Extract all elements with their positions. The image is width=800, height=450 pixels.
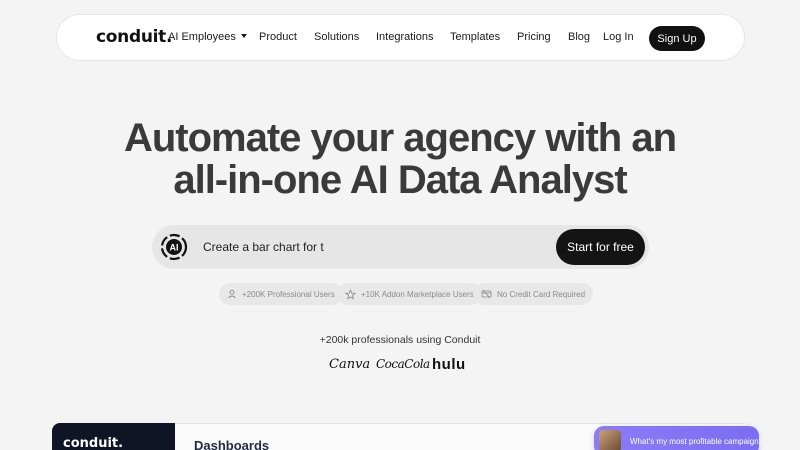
preview-logo: conduit.: [63, 436, 124, 450]
prompt-input[interactable]: Create a bar chart for t: [203, 240, 324, 254]
hero-title: Automate your agency with an all-in-one …: [0, 117, 800, 201]
preview-heading: Dashboards: [194, 438, 270, 450]
nav-solutions[interactable]: Solutions: [314, 31, 359, 43]
nav-integrations[interactable]: Integrations: [376, 31, 433, 43]
badge-users-label: +200K Professional Users: [242, 289, 335, 299]
login-link[interactable]: Log In: [603, 31, 634, 43]
start-free-button[interactable]: Start for free: [556, 229, 645, 265]
nav-ai-employees-label: AI Employees: [168, 31, 236, 43]
avatar: [599, 430, 621, 450]
svg-text:AI: AI: [170, 243, 179, 253]
nav-ai-employees[interactable]: AI Employees: [168, 31, 247, 43]
canva-logo: Canva: [329, 357, 371, 372]
hero-title-line1: Automate your agency with an: [123, 116, 677, 160]
hulu-logo: hulu: [432, 356, 466, 373]
ai-logo-icon: AI: [160, 233, 188, 261]
user-icon: [228, 289, 236, 299]
prompt-bar[interactable]: AI Create a bar chart for t Start for fr…: [152, 225, 649, 269]
top-nav: conduit. AI Employees Product Solutions …: [56, 14, 745, 61]
caret-down-icon: [240, 34, 247, 38]
cocacola-logo: CocaCola: [376, 357, 430, 371]
nav-product[interactable]: Product: [259, 31, 297, 43]
nav-templates[interactable]: Templates: [450, 31, 500, 43]
chat-message: What's my most profitable campaign?: [630, 437, 764, 446]
signup-button[interactable]: Sign Up: [649, 26, 705, 51]
hero-title-line2: all-in-one AI Data Analyst: [173, 158, 627, 202]
star-icon: [345, 288, 356, 300]
preview-sidebar: conduit.: [52, 423, 175, 450]
badge-users: +200K Professional Users: [219, 283, 343, 305]
badge-credit-label: No Credit Card Required: [497, 289, 586, 299]
chat-bubble[interactable]: What's my most profitable campaign?: [594, 426, 763, 450]
badge-addon: +10K Addon Marketplace Users: [337, 283, 482, 305]
nav-blog[interactable]: Blog: [568, 31, 590, 43]
card-icon: [481, 289, 492, 299]
badge-addon-label: +10K Addon Marketplace Users: [361, 289, 474, 299]
logo[interactable]: conduit.: [96, 27, 172, 47]
social-proof-text: +200k professionals using Conduit: [319, 334, 481, 346]
badge-credit: No Credit Card Required: [473, 283, 594, 305]
nav-pricing[interactable]: Pricing: [517, 31, 551, 43]
